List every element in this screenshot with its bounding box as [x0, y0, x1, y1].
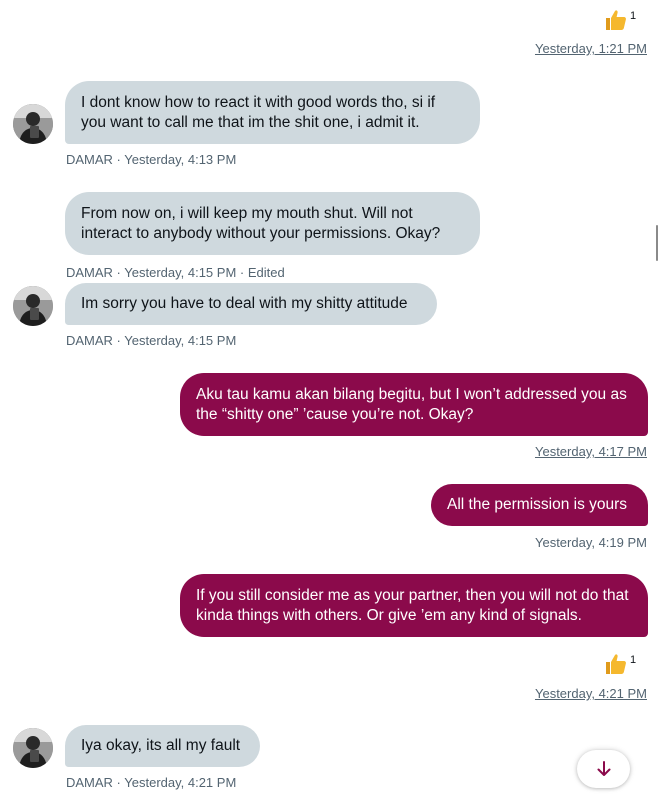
message-bubble[interactable]: Im sorry you have to deal with my shitty… — [65, 283, 437, 325]
avatar[interactable] — [13, 104, 53, 144]
avatar-photo — [13, 286, 53, 326]
scroll-to-bottom-button[interactable] — [577, 750, 630, 788]
message-text: I dont know how to react it with good wo… — [81, 94, 436, 131]
avatar-photo — [13, 728, 53, 768]
message-bubble[interactable]: Iya okay, its all my fault — [65, 725, 260, 767]
reaction-thumbs-up[interactable]: 1 — [604, 8, 636, 32]
scrollbar-thumb[interactable] — [656, 225, 658, 261]
avatar-photo — [13, 104, 53, 144]
message-bubble[interactable]: If you still consider me as your partner… — [180, 574, 648, 637]
message-text: All the permission is yours — [447, 496, 628, 513]
message-text: Iya okay, its all my fault — [81, 737, 241, 754]
thumbs-up-icon — [606, 654, 626, 674]
message-timestamp[interactable]: Yesterday, 4:17 PM — [535, 444, 647, 459]
message-meta: DAMAR · Yesterday, 4:15 PM — [66, 333, 237, 348]
message-meta: DAMAR · Yesterday, 4:15 PM · Edited — [66, 265, 285, 280]
reaction-count: 1 — [630, 10, 637, 22]
avatar[interactable] — [13, 286, 53, 326]
message-timestamp: Yesterday, 4:19 PM — [534, 535, 647, 550]
avatar[interactable] — [13, 728, 53, 768]
message-meta: DAMAR · Yesterday, 4:13 PM — [66, 152, 237, 167]
message-text: Im sorry you have to deal with my shitty… — [81, 295, 408, 312]
message-meta: DAMAR · Yesterday, 4:21 PM — [66, 775, 237, 790]
message-bubble[interactable]: Aku tau kamu akan bilang begitu, but I w… — [180, 373, 648, 436]
message-timestamp[interactable]: Yesterday, 1:21 PM — [535, 41, 647, 56]
message-timestamp[interactable]: Yesterday, 4:21 PM — [535, 686, 647, 701]
reaction-thumbs-up[interactable]: 1 — [604, 652, 636, 676]
message-text: Aku tau kamu akan bilang begitu, but I w… — [196, 386, 627, 423]
message-text: If you still consider me as your partner… — [196, 587, 629, 624]
thumbs-up-icon — [606, 10, 626, 30]
message-bubble[interactable]: All the permission is yours — [431, 484, 648, 526]
arrow-down-icon — [597, 761, 610, 776]
message-bubble[interactable]: I dont know how to react it with good wo… — [65, 81, 480, 144]
reaction-count: 1 — [630, 654, 637, 666]
message-text: From now on, i will keep my mouth shut. … — [81, 205, 441, 242]
message-bubble[interactable]: From now on, i will keep my mouth shut. … — [65, 192, 480, 255]
